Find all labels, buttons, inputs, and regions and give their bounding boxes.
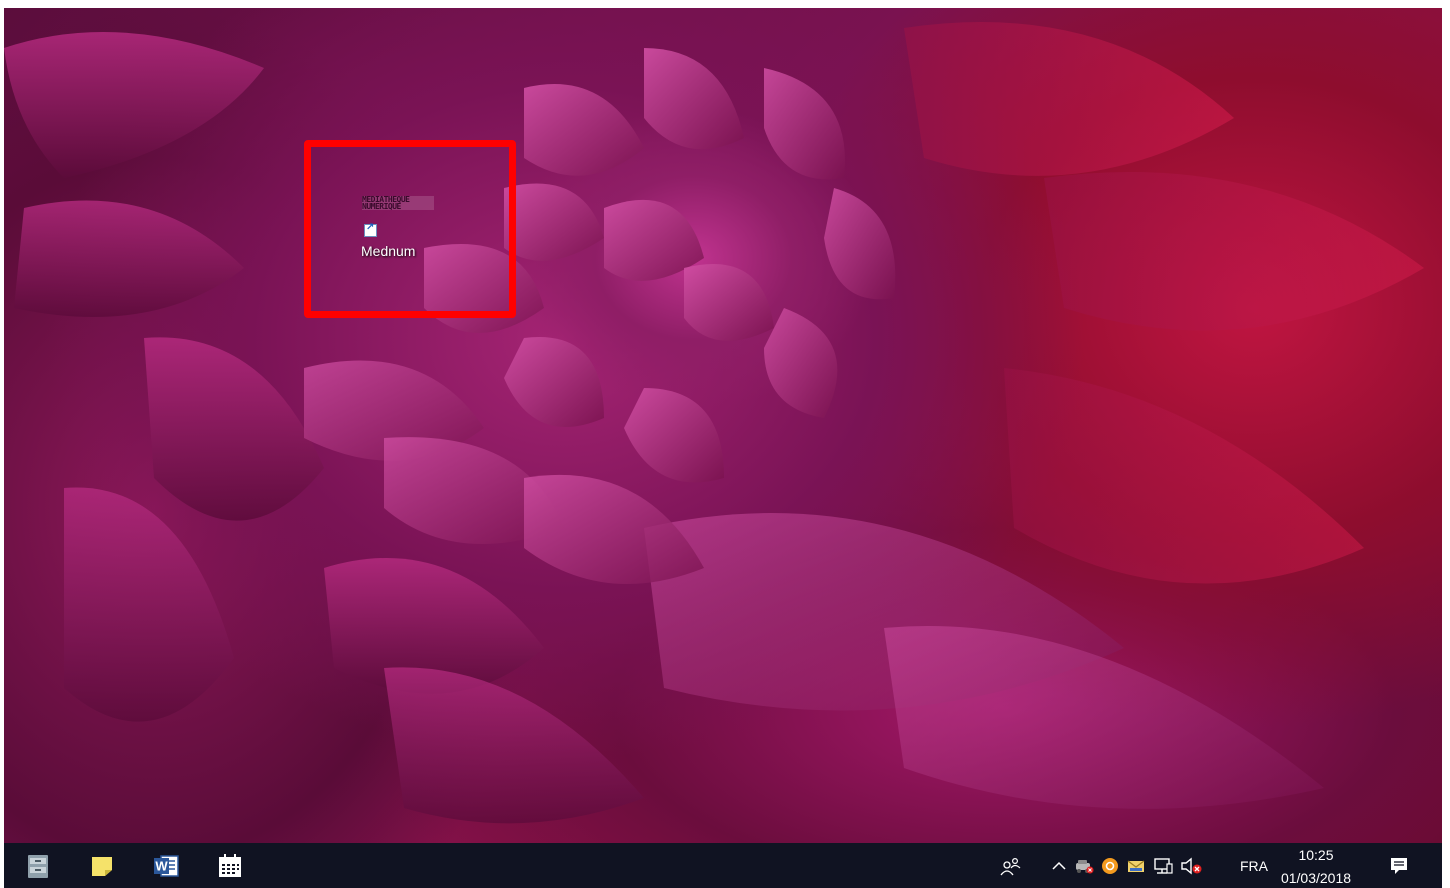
- show-hidden-icons-button[interactable]: [1048, 843, 1070, 888]
- calendar-icon: [219, 854, 241, 877]
- taskbar-word-button[interactable]: W: [146, 849, 186, 883]
- people-button[interactable]: [998, 843, 1024, 888]
- sticky-notes-icon: [92, 857, 112, 876]
- notification-icon: [1391, 857, 1407, 874]
- action-center-button[interactable]: [1384, 843, 1414, 888]
- desktop-wallpaper[interactable]: MEDIATHEQUE NUMERIQUE Mednum: [4, 8, 1442, 843]
- tray-app-orange-button[interactable]: [1098, 843, 1122, 888]
- desktop-shortcut-mednum[interactable]: MEDIATHEQUE NUMERIQUE Mednum: [354, 196, 434, 259]
- file-cabinet-icon: [28, 855, 48, 878]
- language-indicator[interactable]: FRA: [1236, 843, 1272, 888]
- taskbar-file-cabinet-button[interactable]: [18, 849, 58, 883]
- clock-date: 01/03/2018: [1280, 870, 1352, 886]
- car-alert-icon: [1076, 859, 1094, 873]
- taskbar-clock[interactable]: 10:25 01/03/2018: [1278, 846, 1354, 888]
- chevron-up-icon: [1052, 861, 1066, 870]
- tray-volume-button[interactable]: [1178, 843, 1204, 888]
- word-icon: W: [154, 855, 179, 877]
- taskbar-calendar-button[interactable]: [210, 849, 250, 883]
- clock-time: 10:25: [1298, 847, 1334, 863]
- orange-app-icon: [1102, 857, 1118, 874]
- svg-text:W: W: [155, 859, 168, 874]
- shortcut-arrow-icon: [364, 222, 377, 237]
- taskbar: W FRA 10:25 01/03/2018: [4, 843, 1442, 888]
- volume-muted-icon: [1181, 857, 1202, 874]
- screen: MEDIATHEQUE NUMERIQUE Mednum: [4, 8, 1442, 888]
- taskbar-sticky-notes-button[interactable]: [82, 849, 122, 883]
- tray-network-button[interactable]: [1150, 843, 1176, 888]
- desktop-shortcut-label: Mednum: [361, 243, 416, 259]
- mail-icon: [1127, 860, 1145, 872]
- network-icon: [1154, 857, 1173, 874]
- mednum-logo-icon: MEDIATHEQUE NUMERIQUE: [362, 196, 434, 211]
- flower-wallpaper-art: [4, 22, 1424, 824]
- tray-mail-button[interactable]: [1124, 843, 1148, 888]
- people-icon: [1000, 857, 1021, 875]
- tray-app-car-button[interactable]: [1072, 843, 1096, 888]
